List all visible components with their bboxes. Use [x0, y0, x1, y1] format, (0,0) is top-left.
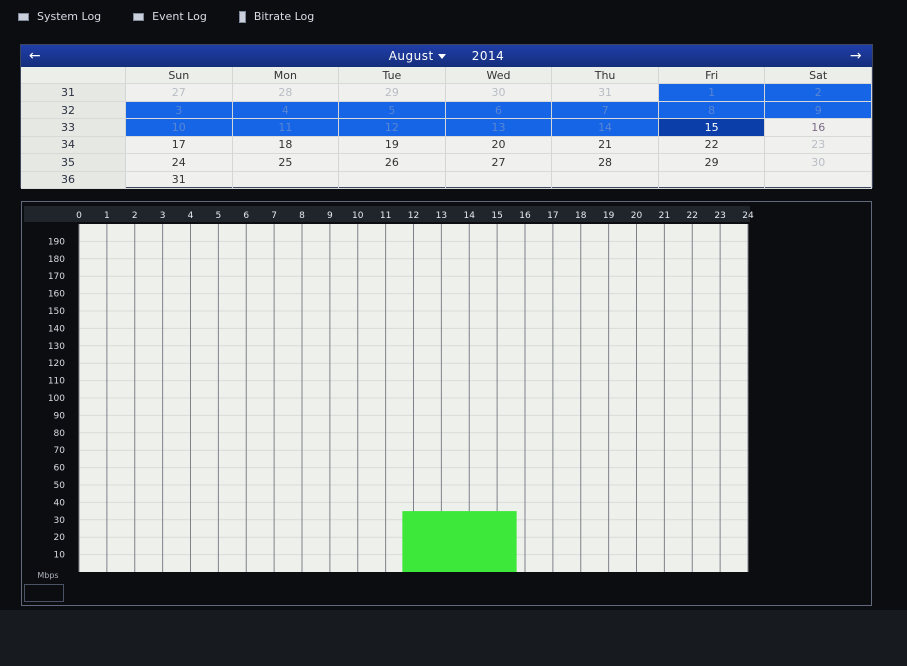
y-tick-label: 110: [48, 377, 65, 387]
y-tick-label: 160: [48, 290, 65, 300]
x-tick-label: 10: [352, 211, 364, 221]
x-tick-label: 17: [547, 211, 558, 221]
y-tick-label: 190: [48, 237, 65, 247]
y-tick-label: 80: [54, 429, 66, 439]
x-tick-label: 20: [631, 211, 643, 221]
x-tick-label: 18: [575, 211, 587, 221]
y-tick-label: 150: [48, 307, 65, 317]
y-tick-label: 60: [54, 464, 66, 474]
y-tick-label: 20: [54, 533, 66, 543]
x-tick-label: 14: [464, 211, 476, 221]
x-tick-label: 21: [659, 211, 670, 221]
x-tick-label: 11: [380, 211, 391, 221]
y-tick-label: 130: [48, 342, 65, 352]
x-tick-label: 9: [327, 211, 333, 221]
x-tick-label: 4: [188, 211, 194, 221]
y-tick-label: 90: [54, 411, 66, 421]
x-tick-label: 13: [436, 211, 447, 221]
x-tick-label: 15: [491, 211, 502, 221]
x-tick-label: 22: [687, 211, 698, 221]
y-tick-label: 120: [48, 359, 65, 369]
x-tick-label: 7: [271, 211, 277, 221]
x-tick-label: 6: [243, 211, 249, 221]
bottom-panel: [0, 610, 907, 666]
y-tick-label: 30: [54, 516, 66, 526]
y-tick-label: 180: [48, 255, 65, 265]
x-tick-label: 19: [603, 211, 615, 221]
x-tick-label: 24: [742, 211, 754, 221]
x-tick-label: 0: [76, 211, 82, 221]
y-tick-label: 10: [54, 551, 66, 561]
y-tick-label: 40: [54, 498, 66, 508]
y-tick-label: 100: [48, 394, 65, 404]
x-tick-label: 16: [519, 211, 531, 221]
x-tick-label: 1: [104, 211, 110, 221]
x-tick-label: 5: [216, 211, 222, 221]
bitrate-chart: 0 1 2 3 4 5 6 7 8 9 10 11 12 13 14 15 16 17 18 19 20 21 22 23 24…: [24, 206, 754, 580]
x-tick-label: 2: [132, 211, 138, 221]
y-axis-label: Mbps: [37, 571, 58, 580]
x-tick-label: 23: [714, 211, 725, 221]
x-tick-label: 12: [408, 211, 419, 221]
x-tick-label: 8: [299, 211, 305, 221]
bitrate-bar: [402, 511, 517, 572]
y-tick-label: 50: [54, 481, 66, 491]
y-tick-label: 70: [54, 446, 66, 456]
x-tick-label: 3: [160, 211, 166, 221]
y-tick-label: 140: [48, 324, 65, 334]
y-tick-label: 170: [48, 272, 65, 282]
